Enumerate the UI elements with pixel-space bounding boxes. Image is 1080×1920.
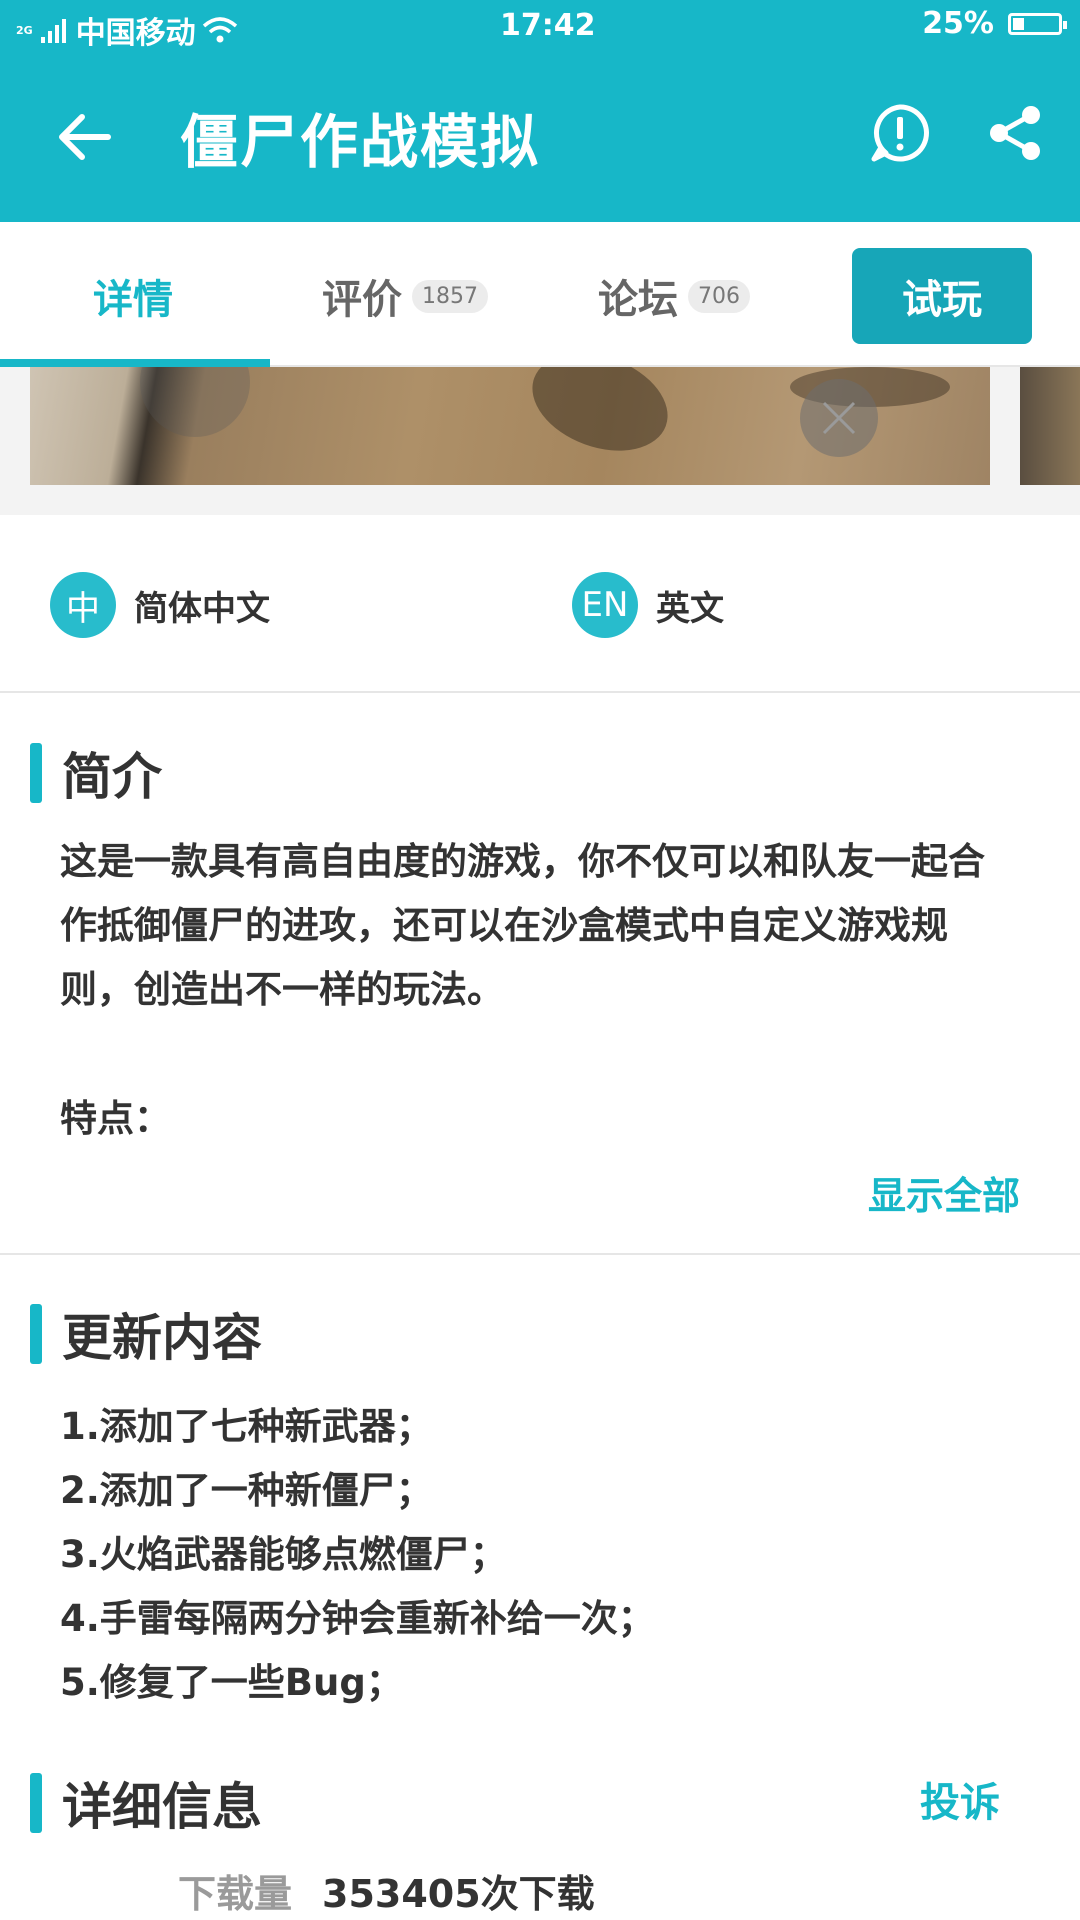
tab-bar: 详情 评价 1857 论坛 706 试玩	[0, 222, 1080, 367]
language-badge: EN	[572, 572, 638, 638]
tab-details[interactable]: 详情	[93, 267, 173, 325]
language-badge: 中	[50, 572, 116, 638]
tab-label: 详情	[93, 277, 173, 323]
list-item: 2.添加了一种新僵尸；	[60, 1469, 433, 1512]
tab-reviews[interactable]: 评价 1857	[322, 267, 488, 325]
status-bar: 2G 中国移动 17:42 25%	[0, 0, 1080, 55]
intro-text: 这是一款具有高自由度的游戏，你不仅可以和队友一起合作抵御僵尸的进攻，还可以在沙盒…	[60, 840, 985, 1011]
details-header: 详细信息	[30, 1767, 262, 1839]
divider	[0, 1253, 1080, 1255]
close-icon[interactable]	[800, 379, 878, 457]
game-screenshot[interactable]	[30, 367, 990, 485]
list-item: 1.添加了七种新武器；	[60, 1405, 433, 1448]
shadow-shape	[518, 367, 682, 469]
section-title: 简介	[62, 748, 162, 806]
show-all-link[interactable]: 显示全部	[868, 1165, 1020, 1220]
battery-icon	[1008, 12, 1067, 35]
arrow-left-icon[interactable]	[52, 105, 116, 169]
section-title: 详细信息	[62, 1778, 262, 1836]
status-left: 2G 中国移动	[16, 8, 238, 52]
list-item: 5.修复了一些Bug；	[60, 1661, 403, 1704]
list-item: 3.火焰武器能够点燃僵尸；	[60, 1533, 507, 1576]
exclamation-circle-icon[interactable]	[870, 103, 930, 163]
updates-header: 更新内容	[30, 1298, 262, 1370]
wifi-icon	[202, 17, 237, 43]
section-title: 更新内容	[62, 1309, 262, 1367]
features-label: 特点：	[60, 1097, 171, 1140]
list-item: 4.手雷每隔两分钟会重新补给一次；	[60, 1597, 655, 1640]
section-accent-bar	[30, 1773, 42, 1833]
language-label: 简体中文	[134, 588, 270, 629]
language-item: 中 简体中文	[50, 572, 270, 638]
update-list: 1.添加了七种新武器； 2.添加了一种新僵尸； 3.火焰武器能够点燃僵尸； 4.…	[60, 1395, 655, 1715]
carrier-name: 中国移动	[75, 16, 196, 51]
intro-header: 简介	[30, 737, 162, 809]
tab-label: 评价	[322, 277, 402, 323]
count-badge: 706	[688, 279, 750, 313]
signal-icon	[40, 17, 66, 43]
tab-forum[interactable]: 论坛 706	[598, 267, 750, 325]
screenshot-carousel[interactable]	[0, 367, 1080, 515]
count-badge: 1857	[412, 279, 488, 313]
tab-label: 论坛	[598, 277, 678, 323]
page-title: 僵尸作战模拟	[180, 108, 541, 176]
battery-level	[1013, 17, 1024, 30]
network-type: 2G	[16, 23, 33, 37]
share-icon[interactable]	[985, 103, 1045, 163]
battery-percent: 25%	[922, 6, 994, 41]
download-label: 下载量	[178, 1872, 293, 1916]
status-right: 25%	[922, 6, 1067, 41]
language-label: 英文	[656, 588, 724, 629]
download-value: 353405次下载	[322, 1872, 595, 1916]
section-accent-bar	[30, 743, 42, 803]
section-accent-bar	[30, 1304, 42, 1364]
game-screenshot[interactable]	[1020, 367, 1080, 485]
clock: 17:42	[500, 8, 596, 43]
joystick-overlay	[140, 367, 250, 437]
try-play-button[interactable]: 试玩	[852, 248, 1032, 344]
download-count-row: 下载量 353405次下载	[178, 1863, 595, 1918]
report-link[interactable]: 投诉	[920, 1770, 1000, 1828]
app-header: 僵尸作战模拟	[0, 55, 1080, 222]
language-item: EN 英文	[572, 572, 724, 638]
language-list: 中 简体中文 EN 英文	[0, 515, 1080, 693]
active-tab-indicator	[0, 359, 270, 367]
